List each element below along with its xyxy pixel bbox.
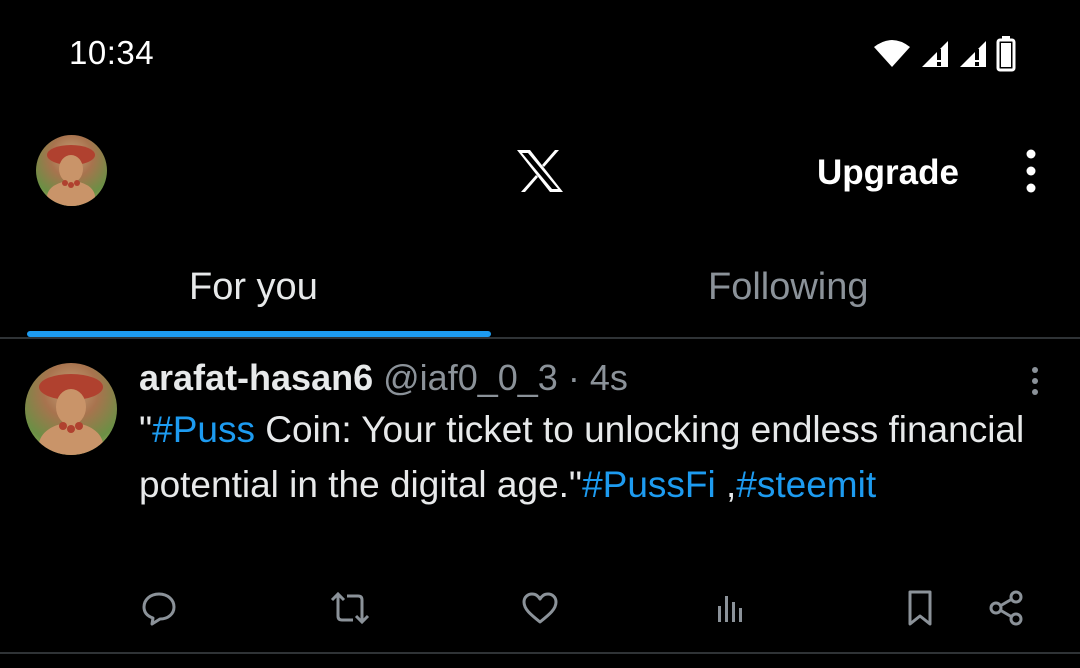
hashtag-link[interactable]: #Puss xyxy=(152,409,255,450)
like-button[interactable] xyxy=(518,586,562,630)
x-logo-icon[interactable] xyxy=(515,148,565,194)
views-button[interactable] xyxy=(708,586,752,630)
retweet-icon xyxy=(330,591,370,625)
like-icon xyxy=(522,592,558,624)
post-author-avatar[interactable] xyxy=(25,363,117,455)
author-handle[interactable]: @iaf0_0_3 xyxy=(383,357,558,398)
post-timestamp[interactable]: 4s xyxy=(590,357,628,398)
post-meta: arafat-hasan6 @iaf0_0_3 · 4s xyxy=(139,357,628,399)
reply-icon xyxy=(142,592,176,626)
hashtag-link[interactable]: #PussFi xyxy=(582,464,716,505)
post-text-separator: , xyxy=(715,464,737,505)
post-text: "#Puss Coin: Your ticket to unlocking en… xyxy=(139,402,1039,512)
tab-for-you[interactable]: For you xyxy=(189,266,318,309)
post-more-icon[interactable] xyxy=(1024,366,1046,396)
signal-icon xyxy=(960,41,986,67)
status-time: 10:34 xyxy=(69,34,155,71)
battery-icon xyxy=(996,36,1016,72)
post-divider xyxy=(0,652,1080,654)
retweet-button[interactable] xyxy=(328,586,372,630)
signal-icon xyxy=(922,41,948,67)
post-text-quote: " xyxy=(139,409,153,450)
share-icon xyxy=(989,590,1023,626)
share-button[interactable] xyxy=(985,586,1029,630)
hashtag-link[interactable]: #steemit xyxy=(736,464,876,505)
wifi-icon xyxy=(874,40,910,67)
meta-separator: · xyxy=(567,357,580,398)
bookmark-icon xyxy=(908,590,932,626)
upgrade-button[interactable]: Upgrade xyxy=(817,153,959,193)
views-icon xyxy=(718,596,742,622)
tab-divider xyxy=(0,337,1080,339)
status-icons xyxy=(872,36,1016,72)
bookmark-button[interactable] xyxy=(898,586,942,630)
reply-button[interactable] xyxy=(137,586,181,630)
author-name[interactable]: arafat-hasan6 xyxy=(139,357,373,398)
tab-following[interactable]: Following xyxy=(708,266,869,309)
more-vert-icon[interactable] xyxy=(1014,148,1048,194)
profile-avatar[interactable] xyxy=(36,135,107,206)
